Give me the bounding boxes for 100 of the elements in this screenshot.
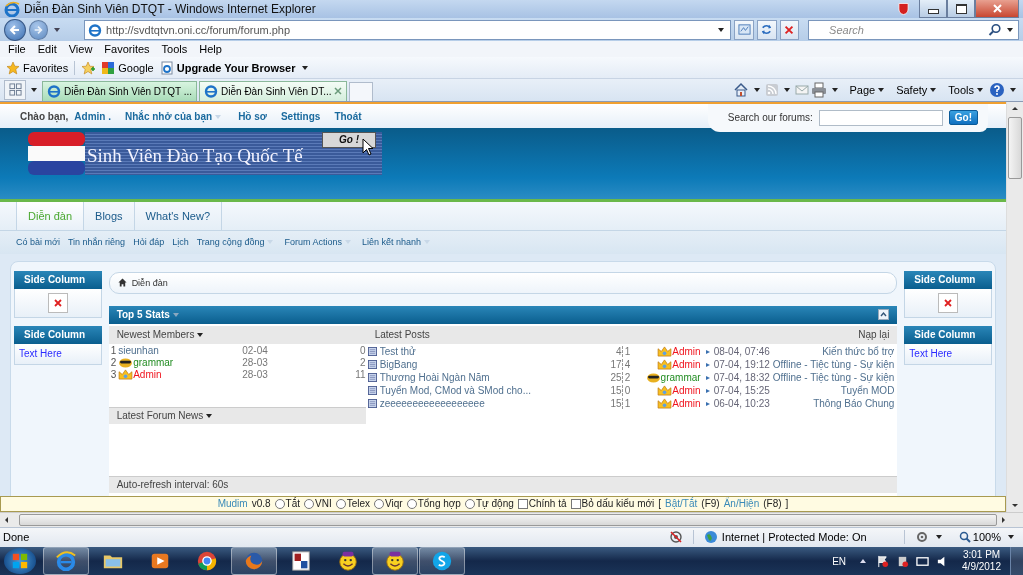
column-heading[interactable]: Newest Members <box>116 329 195 341</box>
menu-item[interactable]: File <box>2 43 32 56</box>
caret-icon[interactable] <box>718 27 725 32</box>
stop-button[interactable] <box>779 19 800 40</box>
checkbox[interactable] <box>570 498 581 509</box>
radio-button[interactable] <box>304 498 314 509</box>
home-icon[interactable] <box>733 81 750 98</box>
radio-button[interactable] <box>464 498 475 509</box>
browser-tab[interactable]: Diễn Đàn Sinh Viên DTQT ... <box>42 80 198 101</box>
user-menu-link[interactable]: Thoát <box>334 111 362 123</box>
refresh-button[interactable] <box>756 19 777 40</box>
radio-button[interactable] <box>274 498 285 509</box>
menu-item[interactable]: Help <box>193 43 228 56</box>
start-button[interactable] <box>4 548 36 574</box>
command-menu[interactable]: Page <box>843 83 889 96</box>
back-button[interactable] <box>4 18 26 41</box>
forum-link[interactable]: Thông Báo Chung <box>772 397 898 409</box>
command-menu[interactable]: Safety <box>890 83 941 96</box>
privacy-icon[interactable] <box>668 530 683 545</box>
caret-icon[interactable] <box>754 87 761 92</box>
forum-search-field[interactable] <box>818 109 943 126</box>
flag-icon[interactable] <box>876 554 890 568</box>
thread-link[interactable]: Thương Hoài Ngàn Năm <box>379 371 602 383</box>
member-link[interactable]: grammar <box>133 357 243 369</box>
favorite-link[interactable]: Google <box>101 60 154 75</box>
forum-link[interactable]: Offline - Tiệc tùng - Sự kiện <box>772 371 898 383</box>
zone-indicator[interactable]: Internet | Protected Mode: On <box>703 530 894 545</box>
radio-button[interactable] <box>374 498 385 509</box>
thread-link[interactable]: Test thử <box>379 345 602 357</box>
close-icon[interactable] <box>334 87 343 96</box>
taskbar-button[interactable] <box>372 547 418 575</box>
forum-link[interactable]: Kiến thức bổ trợ <box>772 345 898 357</box>
browser-tab[interactable]: Diễn Đàn Sinh Viên DT... <box>199 80 348 101</box>
caret-icon[interactable] <box>1008 535 1014 540</box>
subnav-link[interactable]: Forum Actions <box>284 237 354 248</box>
mudim-link[interactable]: Mudim <box>217 498 248 510</box>
feed-menu-button[interactable]: Upgrade Your Browser <box>159 60 311 75</box>
caret-icon[interactable] <box>31 87 37 92</box>
vertical-scrollbar[interactable] <box>1006 101 1023 512</box>
settings-icon[interactable] <box>914 530 929 545</box>
breadcrumb-link[interactable]: Diễn đàn <box>131 277 168 288</box>
subnav-link[interactable]: Hỏi đáp <box>133 237 165 248</box>
poster-link[interactable]: Admin <box>672 384 701 396</box>
caret-icon[interactable] <box>859 558 868 564</box>
thread-link[interactable]: BigBang <box>379 358 602 370</box>
user-menu-link[interactable]: Nhắc nhở của bạn <box>125 111 225 123</box>
subnav-link[interactable]: Lịch <box>172 237 189 248</box>
user-menu-link[interactable]: Hồ sơ <box>238 111 267 123</box>
caret-icon[interactable] <box>1007 27 1013 32</box>
print-icon[interactable] <box>811 81 828 98</box>
radio-button[interactable] <box>335 498 346 509</box>
hotkey-link[interactable]: Bật/Tắt <box>665 498 698 510</box>
poster-link[interactable]: Admin <box>672 358 701 370</box>
radio-button[interactable] <box>406 498 417 509</box>
subnav-link[interactable]: Có bài mới <box>16 237 60 248</box>
menu-item[interactable]: View <box>62 43 99 56</box>
language-indicator[interactable]: EN <box>832 555 847 567</box>
menu-item[interactable]: Tools <box>155 43 194 56</box>
favorites-button[interactable]: Favorites <box>6 60 69 75</box>
caret-icon[interactable] <box>784 87 791 92</box>
thread-link[interactable]: Tuyển Mod, CMod và SMod cho... <box>379 384 602 396</box>
menu-item[interactable]: Favorites <box>98 43 156 56</box>
caret-icon[interactable] <box>1010 87 1016 92</box>
forum-link[interactable]: Offline - Tiệc tùng - Sự kiện <box>772 358 898 370</box>
member-link[interactable]: sieunhan <box>118 345 243 357</box>
close-button[interactable] <box>975 0 1019 18</box>
user-menu-link[interactable]: Settings <box>280 111 321 123</box>
text-link[interactable]: Text Here <box>909 348 953 360</box>
poster-link[interactable]: Admin <box>672 345 701 357</box>
checkbox[interactable] <box>517 498 528 509</box>
poster-link[interactable]: Admin <box>672 397 701 409</box>
subnav-link[interactable]: Liên kết nhanh <box>361 237 433 248</box>
caret-icon[interactable] <box>197 332 204 337</box>
search-icon[interactable] <box>988 22 1002 37</box>
username-link[interactable]: Admin . <box>74 111 111 123</box>
zoom-button[interactable]: 100% <box>958 531 1001 544</box>
minimize-button[interactable] <box>919 0 947 18</box>
home-icon[interactable] <box>117 278 127 288</box>
command-menu[interactable]: Tools <box>942 83 987 96</box>
hotkey-link[interactable]: Ẩn/Hiện <box>723 498 760 510</box>
menu-item[interactable]: Edit <box>31 43 63 56</box>
quick-tabs-button[interactable] <box>4 79 26 100</box>
taskbar-button[interactable] <box>419 547 465 575</box>
text-link[interactable]: Text Here <box>19 348 62 360</box>
monitor-icon[interactable] <box>916 554 930 568</box>
maximize-button[interactable] <box>947 0 975 18</box>
thread-link[interactable]: zeeeeeeeeeeeeeeeeee <box>379 397 602 409</box>
forward-button[interactable] <box>28 19 49 40</box>
caret-icon[interactable] <box>832 87 839 92</box>
help-icon[interactable] <box>989 81 1005 98</box>
member-link[interactable]: Admin <box>133 369 243 381</box>
collapse-button[interactable] <box>878 309 890 321</box>
caret-icon[interactable] <box>54 27 61 32</box>
subnav-link[interactable]: Tin nhắn riêng <box>67 237 126 248</box>
go-button[interactable]: Go! <box>948 110 978 126</box>
nav-tab[interactable]: What's New? <box>134 201 223 231</box>
reload-link[interactable]: Nạp lại <box>858 329 890 341</box>
poster-link[interactable]: grammar <box>660 371 701 383</box>
caret-icon[interactable] <box>935 535 942 540</box>
clock[interactable]: 3:01 PM 4/9/2012 <box>962 549 1001 573</box>
